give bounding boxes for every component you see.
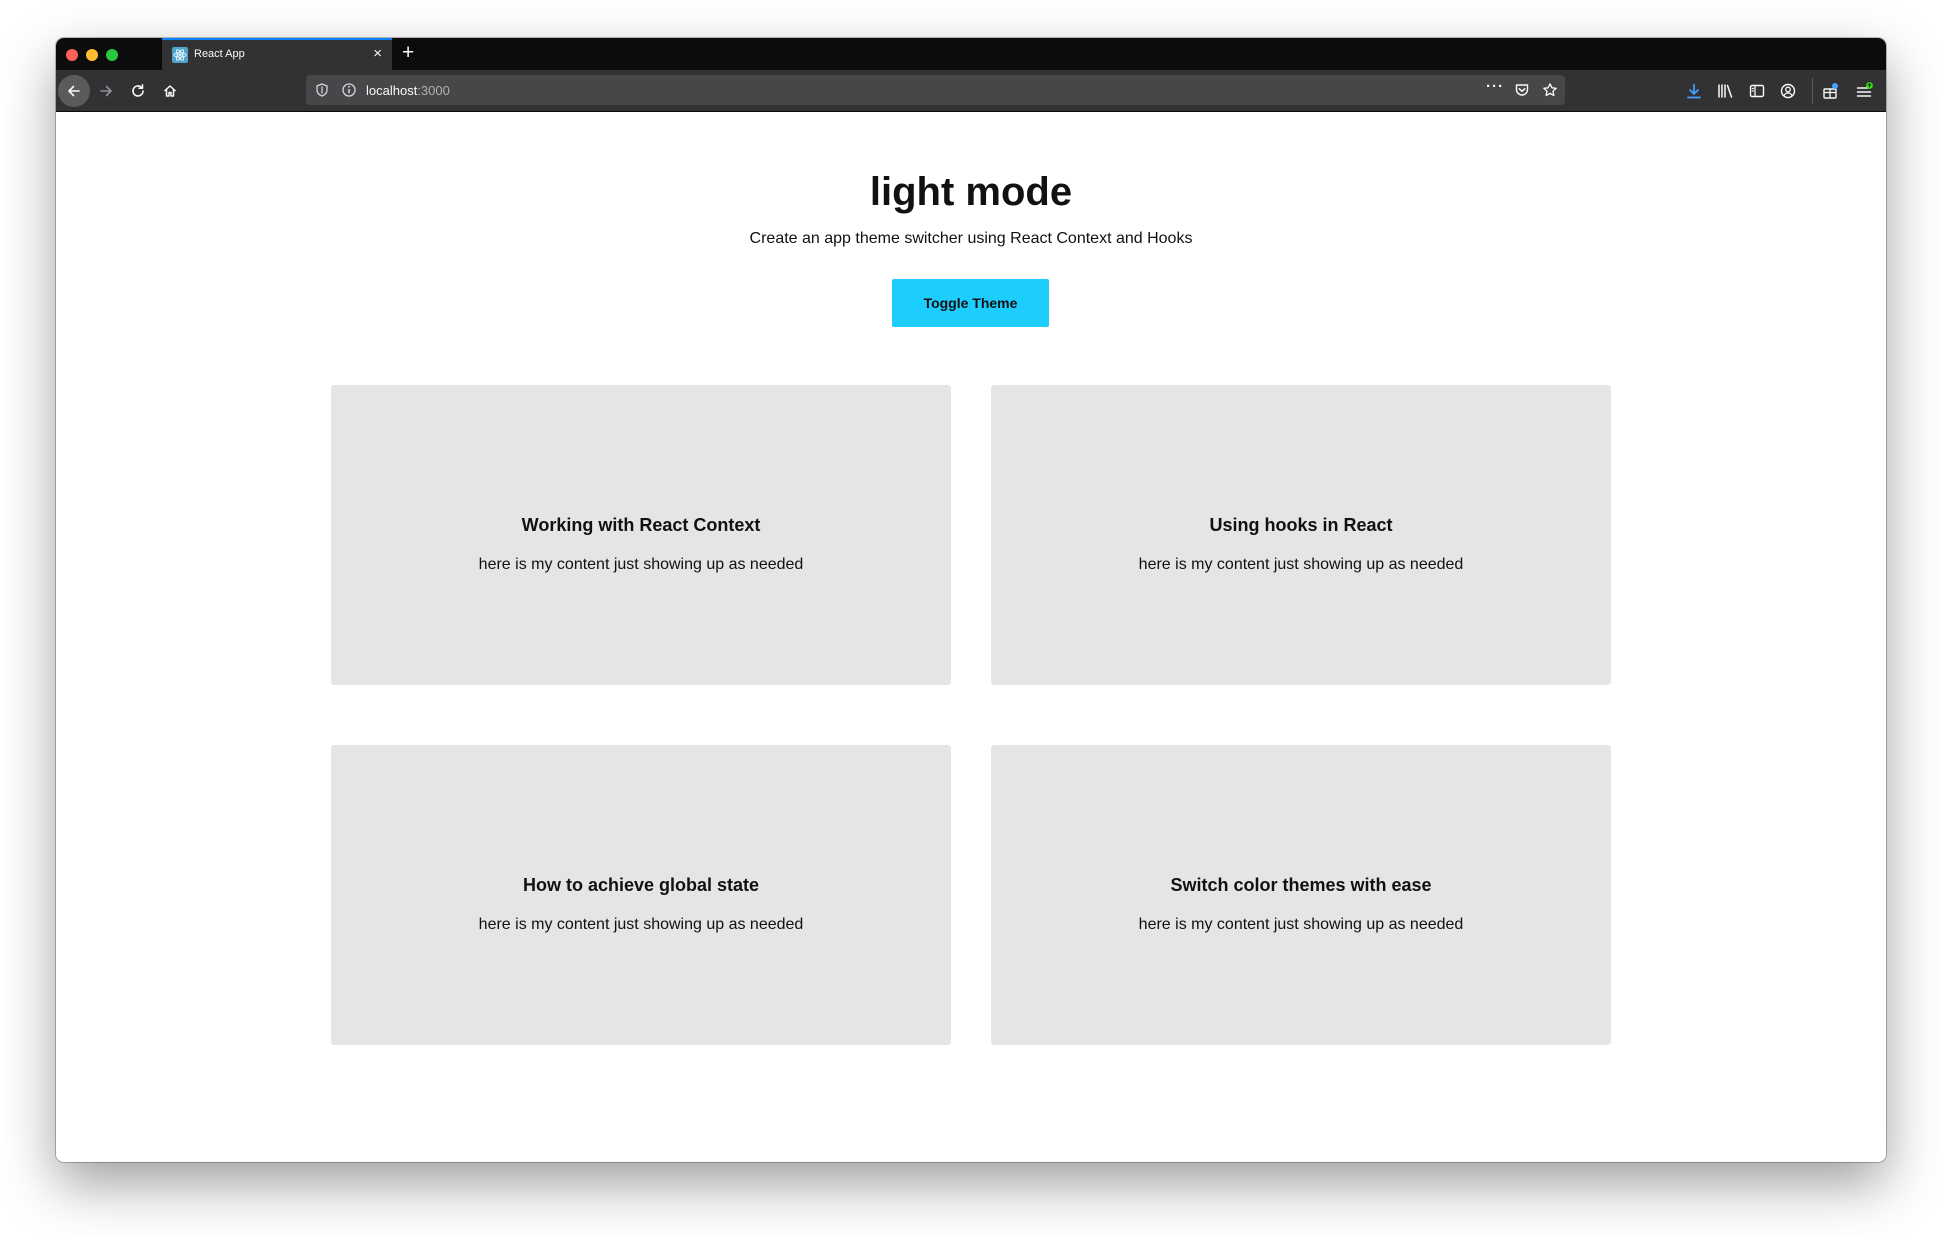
tab-strip: React App × +	[56, 38, 1886, 70]
page-content: light mode Create an app theme switcher …	[56, 112, 1886, 1162]
card-title: How to achieve global state	[522, 875, 760, 895]
shield-icon[interactable]	[314, 82, 330, 98]
extensions-icon[interactable]	[1821, 82, 1839, 100]
url-host: localhost	[366, 83, 418, 98]
bookmark-star-icon[interactable]	[1542, 82, 1558, 98]
card-hooks: Using hooks in React here is my content …	[991, 385, 1611, 685]
toolbar-separator	[1812, 78, 1813, 104]
close-tab-icon[interactable]: ×	[373, 46, 382, 62]
page-actions-icon[interactable]: ···	[1486, 78, 1504, 95]
url-bar[interactable]: localhost:3000 ···	[306, 75, 1565, 105]
url-port: :3000	[417, 83, 450, 98]
forward-icon	[100, 85, 112, 97]
react-favicon-icon	[172, 47, 188, 63]
library-icon[interactable]	[1716, 82, 1734, 100]
tab-react-app[interactable]: React App ×	[162, 38, 392, 70]
card-body: here is my content just showing up as ne…	[478, 916, 804, 933]
sidebar-icon[interactable]	[1748, 82, 1766, 100]
card-body: here is my content just showing up as ne…	[1138, 916, 1464, 933]
back-button[interactable]	[58, 75, 90, 107]
url-text[interactable]: localhost:3000	[366, 83, 450, 98]
reload-button[interactable]	[122, 75, 154, 107]
menu-icon[interactable]	[1855, 82, 1873, 100]
page-title: light mode	[869, 170, 1073, 214]
home-button[interactable]	[154, 75, 186, 107]
page-subtitle: Create an app theme switcher using React…	[749, 230, 1193, 247]
toggle-theme-button[interactable]: Toggle Theme	[892, 279, 1049, 327]
reload-icon	[132, 84, 144, 97]
card-title: Working with React Context	[521, 515, 761, 535]
card-color-themes: Switch color themes with ease here is my…	[991, 745, 1611, 1045]
tab-title: React App	[194, 48, 245, 60]
browser-window: React App × + localhost:3000 ··· light m…	[56, 38, 1886, 1162]
back-icon	[68, 85, 80, 97]
minimize-window-button[interactable]	[86, 49, 98, 61]
navigation-toolbar: localhost:3000 ···	[56, 70, 1886, 112]
account-icon[interactable]	[1779, 82, 1797, 100]
zoom-window-button[interactable]	[106, 49, 118, 61]
card-title: Using hooks in React	[1209, 515, 1393, 535]
close-window-button[interactable]	[66, 49, 78, 61]
card-body: here is my content just showing up as ne…	[478, 556, 804, 573]
new-tab-icon[interactable]: +	[402, 41, 414, 65]
card-body: here is my content just showing up as ne…	[1138, 556, 1464, 573]
pocket-icon[interactable]	[1514, 82, 1530, 98]
info-icon[interactable]	[341, 82, 357, 98]
home-icon	[163, 85, 177, 97]
card-title: Switch color themes with ease	[1170, 875, 1432, 895]
download-icon[interactable]	[1685, 82, 1703, 100]
forward-button[interactable]	[90, 75, 122, 107]
card-global-state: How to achieve global state here is my c…	[331, 745, 951, 1045]
card-react-context: Working with React Context here is my co…	[331, 385, 951, 685]
